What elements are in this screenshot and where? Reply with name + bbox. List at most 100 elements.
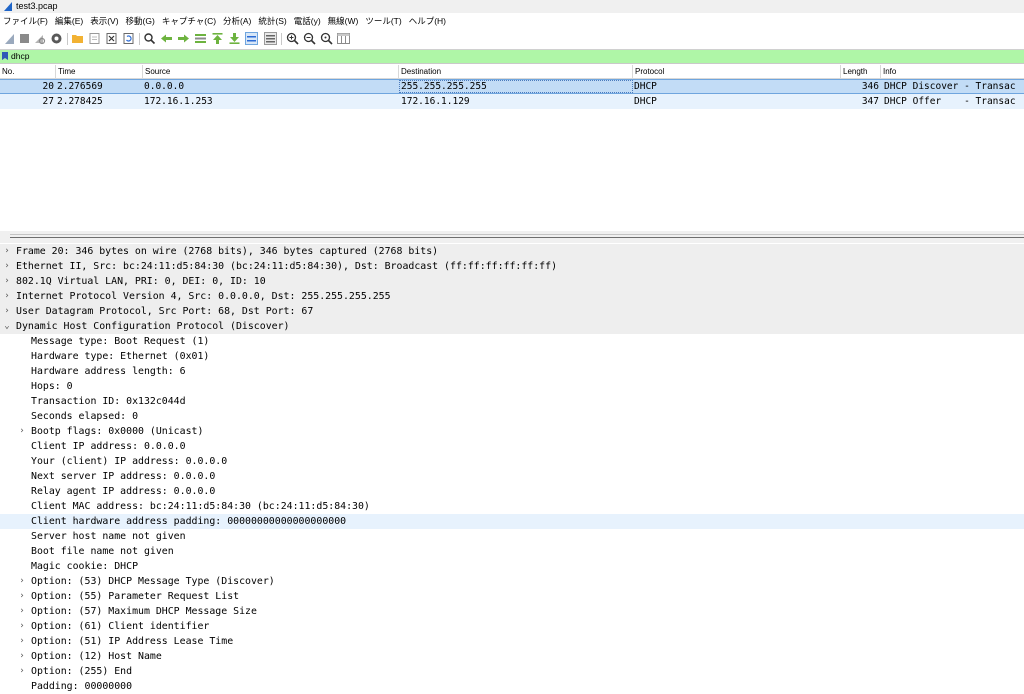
tree-field[interactable]: Your (client) IP address: 0.0.0.0	[0, 454, 1024, 469]
col-header-time[interactable]: Time	[56, 65, 143, 78]
menu-edit[interactable]: 編集(E)	[55, 13, 83, 30]
tree-node-option-51[interactable]: › Option: (51) IP Address Lease Time	[0, 634, 1024, 649]
expand-arrow-icon[interactable]: ›	[17, 664, 27, 679]
expand-arrow-icon[interactable]: ›	[17, 634, 27, 649]
collapse-arrow-icon[interactable]: ⌄	[2, 319, 12, 334]
expand-arrow-icon[interactable]: ›	[17, 604, 27, 619]
tree-node-option-55[interactable]: › Option: (55) Parameter Request List	[0, 589, 1024, 604]
packet-length: 347	[861, 96, 879, 107]
col-header-protocol[interactable]: Protocol	[633, 65, 841, 78]
menu-file[interactable]: ファイル(F)	[3, 13, 48, 30]
menu-help[interactable]: ヘルプ(H)	[409, 13, 446, 30]
go-back-icon[interactable]	[160, 32, 173, 45]
expand-arrow-icon[interactable]: ›	[2, 259, 12, 274]
normal-size-icon[interactable]	[320, 32, 333, 45]
packet-no: 20	[42, 81, 54, 92]
pane-splitter[interactable]	[0, 231, 1024, 243]
first-packet-icon[interactable]	[211, 32, 224, 45]
tree-field[interactable]: Next server IP address: 0.0.0.0	[0, 469, 1024, 484]
tree-node-frame[interactable]: › Frame 20: 346 bytes on wire (2768 bits)…	[0, 244, 1024, 259]
tree-field[interactable]: Hardware address length: 6	[0, 364, 1024, 379]
tree-field[interactable]: Server host name not given	[0, 529, 1024, 544]
tree-field[interactable]: Relay agent IP address: 0.0.0.0	[0, 484, 1024, 499]
expand-arrow-icon[interactable]: ›	[17, 574, 27, 589]
tree-node-option-255[interactable]: › Option: (255) End	[0, 664, 1024, 679]
find-packet-icon[interactable]	[143, 32, 156, 45]
tree-field[interactable]: Seconds elapsed: 0	[0, 409, 1024, 424]
menu-wireless[interactable]: 無線(W)	[328, 13, 359, 30]
packet-destination: 172.16.1.129	[401, 96, 470, 107]
start-capture-icon[interactable]	[3, 32, 16, 45]
close-file-icon[interactable]	[105, 32, 118, 45]
packet-destination: 255.255.255.255	[399, 80, 633, 93]
open-file-icon[interactable]	[71, 32, 84, 45]
tree-field[interactable]: Client MAC address: bc:24:11:d5:84:30 (b…	[0, 499, 1024, 514]
packet-source: 172.16.1.253	[144, 96, 213, 107]
expand-arrow-icon[interactable]: ›	[2, 304, 12, 319]
expand-arrow-icon[interactable]: ›	[17, 424, 27, 439]
tree-field[interactable]: Hardware type: Ethernet (0x01)	[0, 349, 1024, 364]
go-forward-icon[interactable]	[177, 32, 190, 45]
tree-node-option-61[interactable]: › Option: (61) Client identifier	[0, 619, 1024, 634]
expand-arrow-icon[interactable]: ›	[2, 244, 12, 259]
tree-node-udp[interactable]: › User Datagram Protocol, Src Port: 68, D…	[0, 304, 1024, 319]
tree-field[interactable]: Message type: Boot Request (1)	[0, 334, 1024, 349]
last-packet-icon[interactable]	[228, 32, 241, 45]
zoom-out-icon[interactable]	[303, 32, 316, 45]
go-to-packet-icon[interactable]	[194, 32, 207, 45]
tree-node-ip[interactable]: › Internet Protocol Version 4, Src: 0.0.0…	[0, 289, 1024, 304]
tree-field[interactable]: Magic cookie: DHCP	[0, 559, 1024, 574]
display-filter-input[interactable]: dhcp	[11, 50, 29, 63]
colorize-icon[interactable]	[264, 32, 277, 45]
title-bar: test3.pcap	[0, 0, 1024, 13]
restart-capture-icon[interactable]	[33, 32, 46, 45]
col-header-length[interactable]: Length	[841, 65, 881, 78]
bookmark-icon[interactable]	[2, 52, 8, 60]
tree-field[interactable]: Transaction ID: 0x132c044d	[0, 394, 1024, 409]
zoom-in-icon[interactable]	[286, 32, 299, 45]
col-header-source[interactable]: Source	[143, 65, 399, 78]
tree-field[interactable]: Client IP address: 0.0.0.0	[0, 439, 1024, 454]
tree-field[interactable]: Boot file name not given	[0, 544, 1024, 559]
col-header-destination[interactable]: Destination	[399, 65, 633, 78]
packet-length: 346	[861, 81, 879, 92]
packet-row[interactable]: 20 2.276569 0.0.0.0 255.255.255.255 DHCP…	[0, 79, 1024, 94]
menu-tools[interactable]: ツール(T)	[365, 13, 401, 30]
expand-arrow-icon[interactable]: ›	[17, 649, 27, 664]
expand-arrow-icon[interactable]: ›	[17, 619, 27, 634]
tree-node-option-53[interactable]: › Option: (53) DHCP Message Type (Discove…	[0, 574, 1024, 589]
col-header-info[interactable]: Info	[881, 65, 1024, 78]
autoscroll-icon[interactable]	[245, 32, 258, 45]
tree-node-ethernet[interactable]: › Ethernet II, Src: bc:24:11:d5:84:30 (bc…	[0, 259, 1024, 274]
packet-info: DHCP Discover - Transac	[884, 81, 1016, 92]
tree-node-vlan[interactable]: › 802.1Q Virtual LAN, PRI: 0, DEI: 0, ID:…	[0, 274, 1024, 289]
packet-list-header: No. Time Source Destination Protocol Len…	[0, 65, 1024, 79]
tree-node-option-57[interactable]: › Option: (57) Maximum DHCP Message Size	[0, 604, 1024, 619]
tree-field[interactable]: Padding: 00000000	[0, 679, 1024, 692]
tree-field[interactable]: Hops: 0	[0, 379, 1024, 394]
menu-view[interactable]: 表示(V)	[90, 13, 118, 30]
expand-arrow-icon[interactable]: ›	[17, 589, 27, 604]
menu-analyze[interactable]: 分析(A)	[223, 13, 251, 30]
expand-arrow-icon[interactable]: ›	[2, 274, 12, 289]
tree-node-bootp-flags[interactable]: › Bootp flags: 0x0000 (Unicast)	[0, 424, 1024, 439]
main-toolbar	[0, 30, 1024, 48]
tree-node-option-12[interactable]: › Option: (12) Host Name	[0, 649, 1024, 664]
packet-row[interactable]: 27 2.278425 172.16.1.253 172.16.1.129 DH…	[0, 94, 1024, 109]
tree-node-dhcp[interactable]: ⌄ Dynamic Host Configuration Protocol (Di…	[0, 319, 1024, 334]
col-header-no[interactable]: No.	[0, 65, 56, 78]
menu-capture[interactable]: キャプチャ(C)	[162, 13, 216, 30]
splitter-line	[10, 237, 1024, 238]
menu-telephony[interactable]: 電話(y)	[294, 13, 321, 30]
stop-capture-icon[interactable]	[18, 32, 31, 45]
capture-options-icon[interactable]	[50, 32, 63, 45]
display-filter-bar[interactable]: dhcp	[0, 49, 1024, 64]
tree-field-hovered[interactable]: Client hardware address padding: 0000000…	[0, 514, 1024, 529]
menu-statistics[interactable]: 統計(S)	[258, 13, 286, 30]
toolbar-separator	[67, 33, 68, 45]
menu-go[interactable]: 移動(G)	[126, 13, 155, 30]
reload-file-icon[interactable]	[122, 32, 135, 45]
resize-columns-icon[interactable]	[337, 32, 350, 45]
save-file-icon[interactable]	[88, 32, 101, 45]
expand-arrow-icon[interactable]: ›	[2, 289, 12, 304]
